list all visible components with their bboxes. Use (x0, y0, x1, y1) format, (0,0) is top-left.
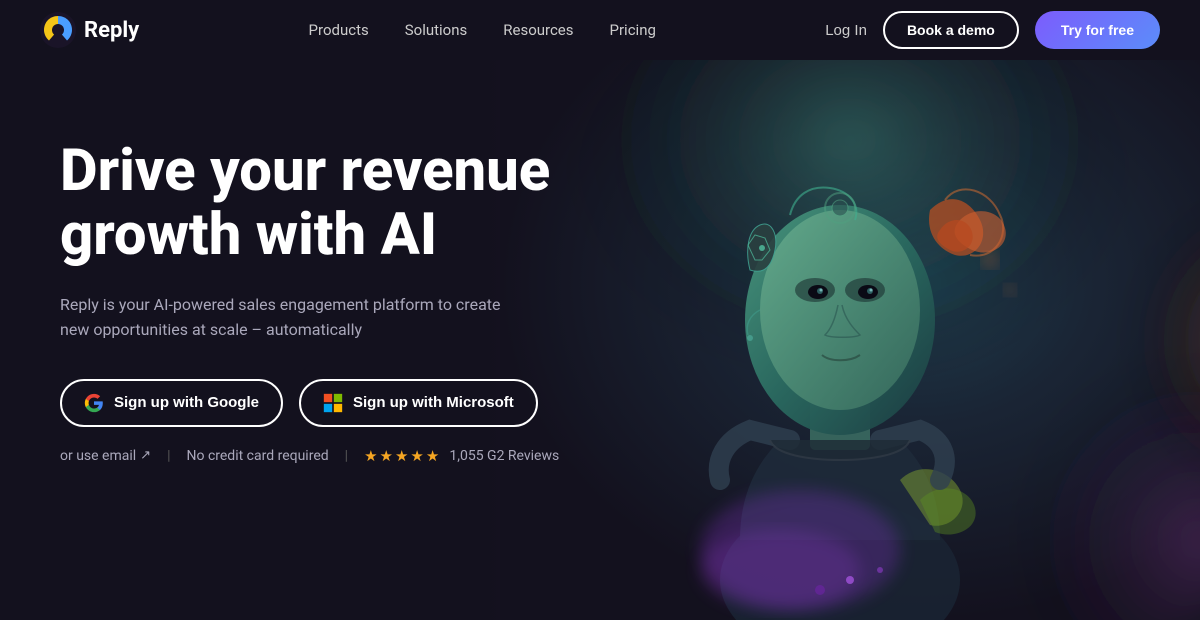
hero-figure (500, 60, 1200, 620)
hero-title: Drive your revenue growth with AI (60, 140, 580, 268)
nav-resources[interactable]: Resources (503, 21, 573, 39)
star-3: ★ (395, 447, 408, 465)
email-link-text: or use email (60, 448, 136, 464)
logo-icon (40, 12, 76, 48)
nav-products[interactable]: Products (309, 21, 369, 39)
nav-solutions[interactable]: Solutions (405, 21, 468, 39)
signup-google-button[interactable]: Sign up with Google (60, 379, 283, 427)
arrow-icon: ↗ (140, 448, 151, 463)
star-2: ★ (380, 447, 393, 465)
microsoft-icon (323, 393, 343, 413)
nav-pricing[interactable]: Pricing (610, 21, 656, 39)
nav-actions: Log In Book a demo Try for free (825, 11, 1160, 49)
try-free-button[interactable]: Try for free (1035, 11, 1160, 49)
star-rating: ★ ★ ★ ★ ★ (364, 447, 439, 465)
navbar: Reply Products Solutions Resources Prici… (0, 0, 1200, 60)
signup-microsoft-button[interactable]: Sign up with Microsoft (299, 379, 538, 427)
divider2: | (345, 448, 348, 464)
logo[interactable]: Reply (40, 12, 139, 48)
hero-section: Drive your revenue growth with AI Reply … (0, 60, 1200, 620)
divider: | (167, 448, 170, 464)
microsoft-button-label: Sign up with Microsoft (353, 394, 514, 411)
no-cc-text: No credit card required (187, 448, 329, 464)
google-button-label: Sign up with Google (114, 394, 259, 411)
book-demo-button[interactable]: Book a demo (883, 11, 1019, 49)
reviews-count: 1,055 G2 Reviews (449, 448, 559, 464)
google-icon (84, 393, 104, 413)
login-button[interactable]: Log In (825, 22, 867, 39)
star-4: ★ (410, 447, 423, 465)
hero-subtitle: Reply is your AI-powered sales engagemen… (60, 292, 520, 343)
hero-buttons: Sign up with Google Sign up with Microso… (60, 379, 580, 427)
star-5: ★ (426, 447, 439, 465)
nav-links: Products Solutions Resources Pricing (309, 21, 656, 39)
brand-name: Reply (84, 18, 139, 43)
email-link[interactable]: or use email ↗ (60, 448, 151, 464)
star-1: ★ (364, 447, 377, 465)
hero-footer: or use email ↗ | No credit card required… (60, 447, 580, 465)
hero-content: Drive your revenue growth with AI Reply … (0, 60, 580, 465)
